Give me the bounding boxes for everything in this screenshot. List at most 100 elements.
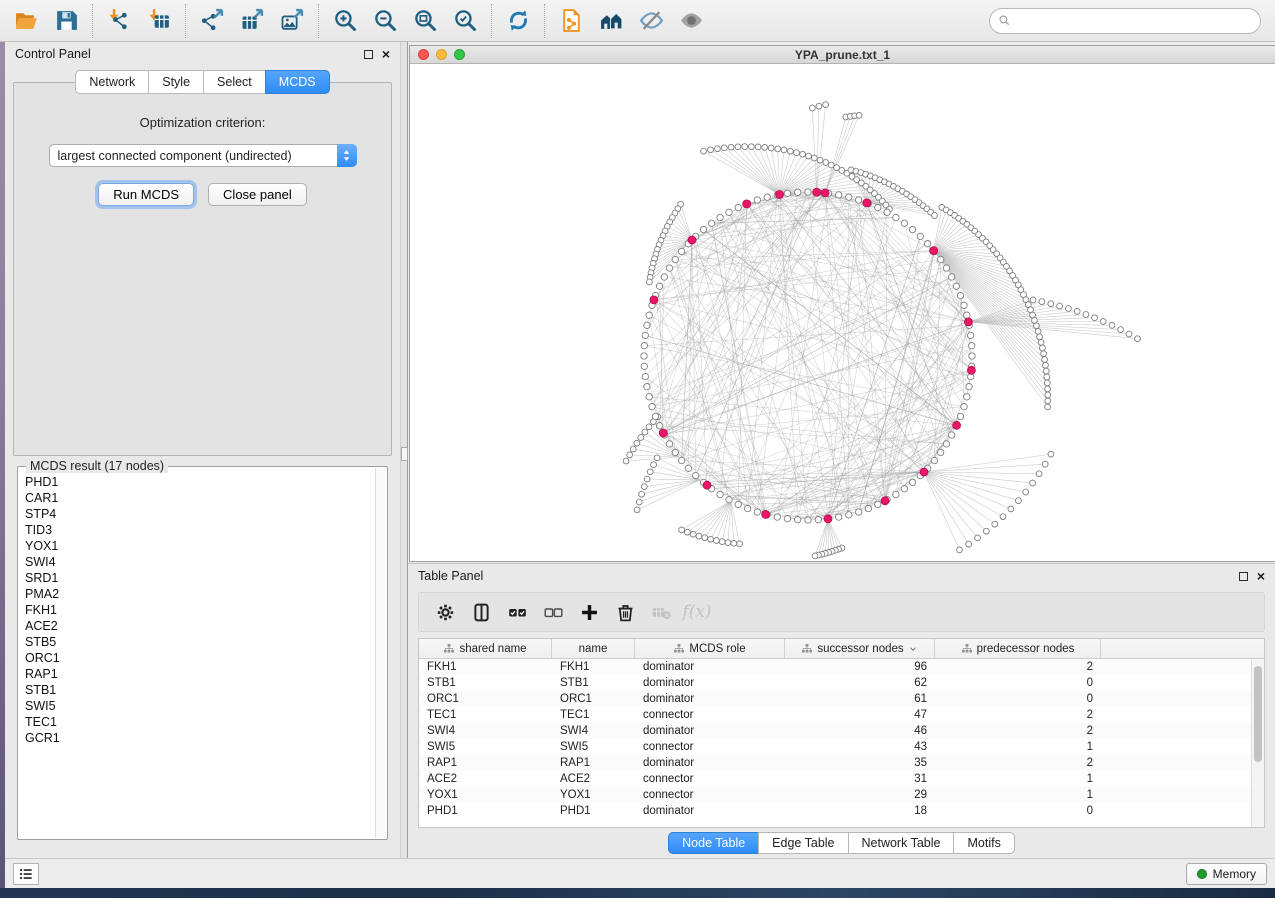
app-window: Control Panel × NetworkStyleSelectMCDS O… [5,42,1275,888]
table-row[interactable]: SWI5SWI5connector431 [419,739,1264,755]
mcds-node-item[interactable]: YOX1 [25,538,369,554]
mcds-node-item[interactable]: CAR1 [25,490,369,506]
delete-table-button[interactable] [643,596,679,628]
hide-graphics-details-button[interactable] [631,4,671,38]
network-nodes [623,102,1140,559]
mcds-node-item[interactable]: GCR1 [25,730,369,746]
refresh-view-button[interactable] [498,4,538,38]
close-panel-button[interactable]: Close panel [208,183,307,206]
mcds-node-item[interactable]: PMA2 [25,586,369,602]
network-edges [626,105,1137,556]
table-scrollbar[interactable] [1251,660,1264,827]
tab-network[interactable]: Network [75,70,148,94]
table-row[interactable]: STB1STB1dominator620 [419,675,1264,691]
settings-gear-icon [435,602,456,623]
zoom-selected-button[interactable] [445,4,485,38]
add-column-button[interactable] [463,596,499,628]
mcds-node-item[interactable]: STB1 [25,682,369,698]
mcds-node-item[interactable]: STP4 [25,506,369,522]
run-mcds-button[interactable]: Run MCDS [98,183,194,206]
mcds-node-item[interactable]: SWI4 [25,554,369,570]
search-online-icon [599,8,624,33]
zoom-fit-button[interactable] [405,4,445,38]
search-icon [998,14,1011,27]
close-panel-icon[interactable]: × [382,49,390,59]
zoom-in-button[interactable] [325,4,365,38]
table-row[interactable]: ACE2ACE2connector311 [419,771,1264,787]
tab-edge-table[interactable]: Edge Table [758,832,847,854]
table-row[interactable]: FKH1FKH1dominator962 [419,659,1264,675]
function-builder-button[interactable]: f(x) [679,596,715,628]
task-history-button[interactable] [13,863,39,885]
table-row[interactable]: SWI4SWI4dominator462 [419,723,1264,739]
table-scrollbar-thumb[interactable] [1254,666,1262,762]
mcds-node-item[interactable]: TID3 [25,522,369,538]
global-search-field[interactable] [989,8,1261,34]
delete-row-button[interactable] [607,596,643,628]
function-builder-icon: f(x) [682,602,711,622]
add-row-button[interactable] [571,596,607,628]
tab-mcds[interactable]: MCDS [265,70,330,94]
node-table-header: shared namenameMCDS rolesuccessor nodesp… [419,639,1264,659]
clear-checks-button[interactable] [535,596,571,628]
mcds-result-group: MCDS result (17 nodes) PHD1CAR1STP4TID3Y… [17,466,388,840]
column-header-successor-nodes[interactable]: successor nodes [785,639,935,658]
mcds-result-list[interactable]: PHD1CAR1STP4TID3YOX1SWI4SRD1PMA2FKH1ACE2… [19,468,375,838]
column-header-MCDS-role[interactable]: MCDS role [635,639,785,658]
import-network-button[interactable] [99,4,139,38]
table-row[interactable]: PHD1PHD1dominator180 [419,803,1264,819]
table-row[interactable]: ORC1ORC1dominator610 [419,691,1264,707]
select-all-checks-button[interactable] [499,596,535,628]
export-image-icon [280,8,305,33]
search-online-button[interactable] [591,4,631,38]
divider-handle[interactable] [401,447,408,461]
mcds-node-item[interactable]: SRD1 [25,570,369,586]
export-network-button[interactable] [192,4,232,38]
tab-network-table[interactable]: Network Table [848,832,954,854]
mcds-node-item[interactable]: PHD1 [25,474,369,490]
import-network-icon [107,8,132,33]
tab-select[interactable]: Select [203,70,265,94]
mcds-node-item[interactable]: SWI5 [25,698,369,714]
mcds-tab-content: Optimization criterion: largest connecte… [13,82,392,456]
table-row[interactable]: RAP1RAP1dominator352 [419,755,1264,771]
settings-gear-button[interactable] [427,596,463,628]
mcds-node-item[interactable]: STB5 [25,634,369,650]
export-image-button[interactable] [272,4,312,38]
network-canvas[interactable] [410,64,1275,561]
mcds-node-item[interactable]: ACE2 [25,618,369,634]
memory-label: Memory [1213,867,1256,881]
close-table-panel-icon[interactable]: × [1257,571,1265,581]
criterion-dropdown[interactable]: largest connected component (undirected) [49,144,357,167]
network-from-file-button[interactable] [551,4,591,38]
table-row[interactable]: YOX1YOX1connector291 [419,787,1264,803]
mcds-list-scrollbar[interactable] [375,468,386,838]
import-table-button[interactable] [139,4,179,38]
zoom-out-button[interactable] [365,4,405,38]
mcds-node-item[interactable]: ORC1 [25,650,369,666]
tab-style[interactable]: Style [148,70,203,94]
add-column-icon [471,602,492,623]
search-input[interactable] [1016,14,1252,28]
memory-button[interactable]: Memory [1186,863,1267,885]
column-header-predecessor-nodes[interactable]: predecessor nodes [935,639,1101,658]
mcds-node-item[interactable]: RAP1 [25,666,369,682]
export-table-button[interactable] [232,4,272,38]
split-pane-divider[interactable] [400,42,408,858]
network-window-titlebar: YPA_prune.txt_1 [410,46,1275,64]
open-file-button[interactable] [6,4,46,38]
table-row[interactable]: TEC1TEC1connector472 [419,707,1264,723]
table-panel: Table Panel × f(x) shared namenameMCDS r… [408,563,1275,858]
float-panel-icon[interactable] [364,50,373,59]
mcds-node-item[interactable]: TEC1 [25,714,369,730]
table-panel-title: Table Panel [418,569,483,583]
float-table-panel-icon[interactable] [1239,572,1248,581]
column-header-name[interactable]: name [552,639,635,658]
show-graphics-details-button[interactable] [671,4,711,38]
export-table-icon [240,8,265,33]
tab-node-table[interactable]: Node Table [668,832,758,854]
tab-motifs[interactable]: Motifs [953,832,1014,854]
mcds-node-item[interactable]: FKH1 [25,602,369,618]
column-header-shared-name[interactable]: shared name [419,639,552,658]
save-session-button[interactable] [46,4,86,38]
